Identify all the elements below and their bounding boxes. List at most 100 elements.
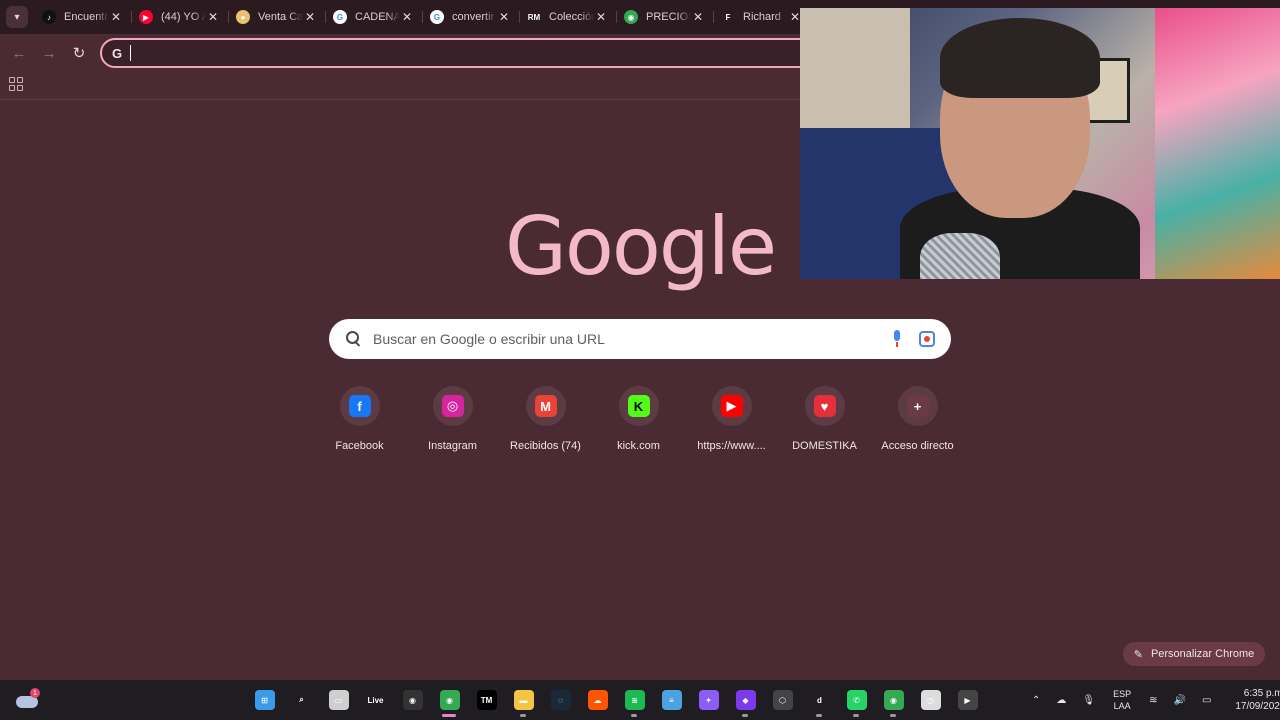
search-box[interactable]: Buscar en Google o escribir una URL: [329, 319, 951, 359]
facebook-icon: f: [348, 395, 371, 417]
browser-tab[interactable]: G CADENA ✕: [325, 3, 422, 31]
tab-title: (44) YO AMO: [161, 11, 206, 23]
davinci-icon: d: [809, 690, 830, 710]
close-icon[interactable]: ✕: [206, 10, 220, 24]
shortcut-tile[interactable]: Kkick.com: [592, 386, 685, 452]
taskbar-app[interactable]: ⊞: [246, 680, 283, 720]
browser-tab[interactable]: Gconvertir ✕: [422, 3, 519, 31]
notification-badge: 1: [30, 688, 40, 698]
reload-button[interactable]: ↻: [64, 38, 94, 68]
wifi-icon[interactable]: ≋: [1149, 695, 1157, 706]
close-icon[interactable]: ✕: [497, 10, 511, 24]
webcam-overlay: [800, 8, 1280, 279]
lang-code: ESP: [1113, 689, 1132, 699]
browser-tab[interactable]: ♪ Encuentra✕: [34, 3, 131, 31]
search-placeholder: Buscar en Google o escribir una URL: [373, 331, 605, 347]
taskbar-app[interactable]: ◉: [431, 680, 468, 720]
taskbar-app[interactable]: Live: [357, 680, 394, 720]
running-indicator: [890, 714, 896, 717]
shortcut-tile[interactable]: ♥ DOMESTIKA: [778, 386, 871, 452]
taskbar-app[interactable]: ⬡: [764, 680, 801, 720]
chevron-down-icon: ▾: [14, 11, 20, 23]
address-input[interactable]: [131, 45, 818, 61]
google-lens-icon[interactable]: [919, 331, 935, 347]
shortcut-tile[interactable]: ▶ https://www....: [685, 386, 778, 452]
running-indicator: [742, 714, 748, 717]
microphone-tray-icon[interactable]: 🎙: [1082, 695, 1095, 706]
youtube-icon: ▶: [139, 10, 153, 24]
customize-label: Personalizar Chrome: [1150, 648, 1255, 660]
close-icon[interactable]: ✕: [109, 10, 123, 24]
close-icon[interactable]: ✕: [691, 10, 705, 24]
shortcut-tile[interactable]: ◎ Instagram: [406, 386, 499, 452]
taskbar-app[interactable]: ✆: [838, 680, 875, 720]
microphone-icon[interactable]: [891, 330, 903, 348]
language-indicator[interactable]: ESP LAA: [1113, 688, 1131, 712]
taskbar-app[interactable]: ≋: [616, 680, 653, 720]
volume-icon[interactable]: 🔊: [1174, 695, 1186, 706]
close-icon[interactable]: ✕: [303, 10, 317, 24]
shortcut-icon-circle: f: [339, 386, 380, 426]
taskbar-app[interactable]: ▭: [320, 680, 357, 720]
cloud-offline-icon[interactable]: ☁: [1056, 695, 1066, 706]
shortcuts-grid: f Facebook ◎ Instagram M Recibidos (74) Kkick.…: [313, 386, 964, 452]
f-logo-icon: F: [721, 10, 735, 24]
address-bar[interactable]: G: [100, 38, 820, 68]
browser-tab[interactable]: RM Colección ✕: [519, 3, 616, 31]
close-icon[interactable]: ✕: [400, 10, 414, 24]
taskbar-app[interactable]: ◌: [542, 680, 579, 720]
battery-icon[interactable]: ▭: [1202, 695, 1211, 706]
lang-layout: LAA: [1113, 701, 1131, 711]
weather-widget[interactable]: 1: [16, 688, 40, 712]
taskbar-app[interactable]: d: [801, 680, 838, 720]
soundcloud-icon: ☁: [587, 690, 608, 710]
shortcut-label: Acceso directo: [881, 440, 954, 452]
taskbar-app[interactable]: ≡: [653, 680, 690, 720]
browser-tab[interactable]: F Richard ✕: [713, 3, 810, 31]
customize-chrome-button[interactable]: ✎ Personalizar Chrome: [1123, 642, 1265, 666]
browser-tab[interactable]: ◉ PRECIOS ✕: [616, 3, 713, 31]
clock[interactable]: 6:35 p.m. 17/09/2025: [1225, 687, 1280, 713]
taskbar-app[interactable]: ⌕: [283, 680, 320, 720]
browser-tab[interactable]: ● Venta Cadenas✕: [228, 3, 325, 31]
shortcut-tile[interactable]: M Recibidos (74): [499, 386, 592, 452]
whatsapp-icon: ✆: [846, 690, 867, 710]
spotify-icon: ≋: [624, 690, 645, 710]
wall-art: [1155, 8, 1280, 279]
shortcut-tile[interactable]: + Acceso directo: [871, 386, 964, 452]
back-button[interactable]: ←: [4, 38, 34, 68]
taskbar-app[interactable]: ◆: [727, 680, 764, 720]
tab-title: Venta Cadenas: [258, 11, 303, 23]
taskbar-app[interactable]: ▶: [949, 680, 986, 720]
system-tray: ⌃ ☁ 🎙 ESP LAA ≋ 🔊 ▭ 6:35 p.m. 17/09/2025: [1024, 680, 1280, 720]
person-hair: [940, 18, 1100, 98]
taskbar-app[interactable]: ✦: [690, 680, 727, 720]
close-icon[interactable]: ✕: [594, 10, 608, 24]
chevron-up-icon[interactable]: ⌃: [1032, 695, 1040, 706]
reload-icon: ↻: [72, 45, 86, 62]
taskbar-app[interactable]: ◉: [875, 680, 912, 720]
copilot-icon: ✦: [698, 690, 719, 710]
shortcut-label: Instagram: [428, 440, 477, 452]
browser-tab[interactable]: ▶ (44) YO AMO✕: [131, 3, 228, 31]
chrome-profile-icon: ◉: [883, 690, 904, 710]
running-indicator: [816, 714, 822, 717]
apps-grid-icon[interactable]: [9, 77, 23, 91]
shortcut-tile[interactable]: f Facebook: [313, 386, 406, 452]
plus-icon: +: [906, 395, 929, 417]
forward-button[interactable]: →: [34, 38, 64, 68]
shortcut-label: https://www....: [697, 440, 766, 452]
tab-title: Encuentra: [64, 11, 109, 23]
pencil-icon: ✎: [1133, 648, 1143, 661]
taskbar-app[interactable]: ☁: [579, 680, 616, 720]
taskbar-app[interactable]: ◉: [394, 680, 431, 720]
taskbar-app[interactable]: TM: [468, 680, 505, 720]
tab-title: Colección: [549, 11, 594, 23]
domestika-icon: ♥: [813, 395, 836, 417]
tab-search-button[interactable]: ▾: [6, 6, 28, 28]
instagram-icon: ◎: [441, 395, 464, 417]
shortcut-icon-circle: ◎: [432, 386, 473, 426]
taskbar-app[interactable]: ▬: [505, 680, 542, 720]
search-taskbar-icon: ⌕: [291, 690, 312, 710]
taskbar-app[interactable]: ◷: [912, 680, 949, 720]
